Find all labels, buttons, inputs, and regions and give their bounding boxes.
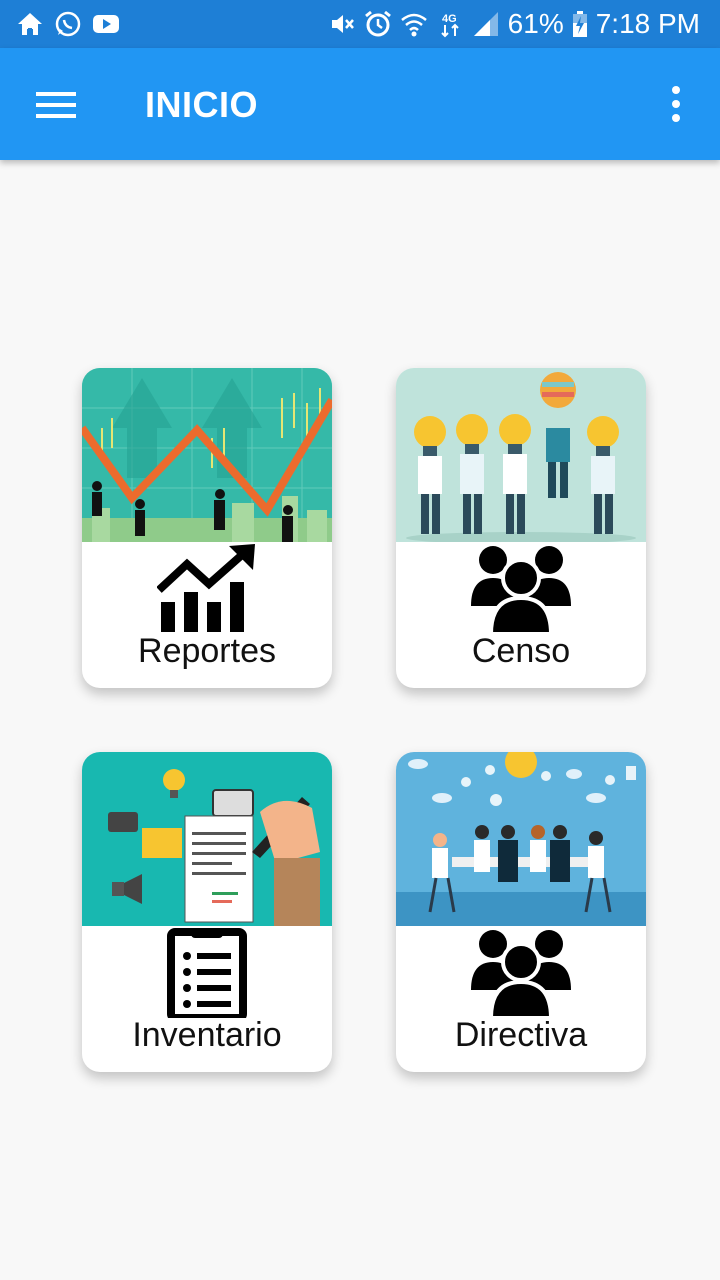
inventario-card[interactable]: Inventario — [82, 752, 332, 1072]
data-icon: 4G — [440, 13, 459, 38]
whatsapp-icon — [55, 11, 81, 37]
alarm-icon — [364, 10, 391, 37]
reportes-label: Reportes — [138, 632, 276, 670]
hamburger-menu-icon[interactable] — [28, 78, 84, 130]
youtube-icon — [93, 15, 119, 33]
wifi-icon — [400, 13, 427, 37]
battery-icon — [572, 11, 587, 37]
directiva-card[interactable]: Directiva — [396, 752, 646, 1072]
group-people-icon — [471, 930, 571, 1018]
signal-icon — [473, 12, 498, 36]
directiva-label: Directiva — [454, 1016, 588, 1054]
status-bar: 4G 61% 7:18 PM — [0, 0, 720, 48]
app-bar: INICIO — [0, 48, 720, 160]
business-people-chart-illustration — [82, 368, 332, 542]
team-meeting-illustration — [396, 752, 646, 926]
home-icon — [18, 13, 42, 35]
mute-icon — [331, 15, 354, 33]
trending-up-chart-icon — [157, 544, 255, 632]
battery-percent: 61% — [507, 8, 564, 39]
reportes-card[interactable]: Reportes — [82, 368, 332, 688]
censo-label: Censo — [471, 632, 571, 670]
page-title: INICIO — [145, 84, 259, 125]
svg-text:4G: 4G — [442, 13, 457, 25]
clipboard-list-icon — [167, 928, 247, 1018]
people-lightbulbs-illustration — [396, 368, 646, 542]
censo-card[interactable]: Censo — [396, 368, 646, 688]
inventario-label: Inventario — [132, 1016, 282, 1054]
more-vert-icon[interactable] — [660, 78, 692, 130]
clock: 7:18 PM — [595, 8, 700, 39]
group-people-icon — [471, 546, 571, 634]
document-pen-marketing-illustration — [82, 752, 332, 926]
